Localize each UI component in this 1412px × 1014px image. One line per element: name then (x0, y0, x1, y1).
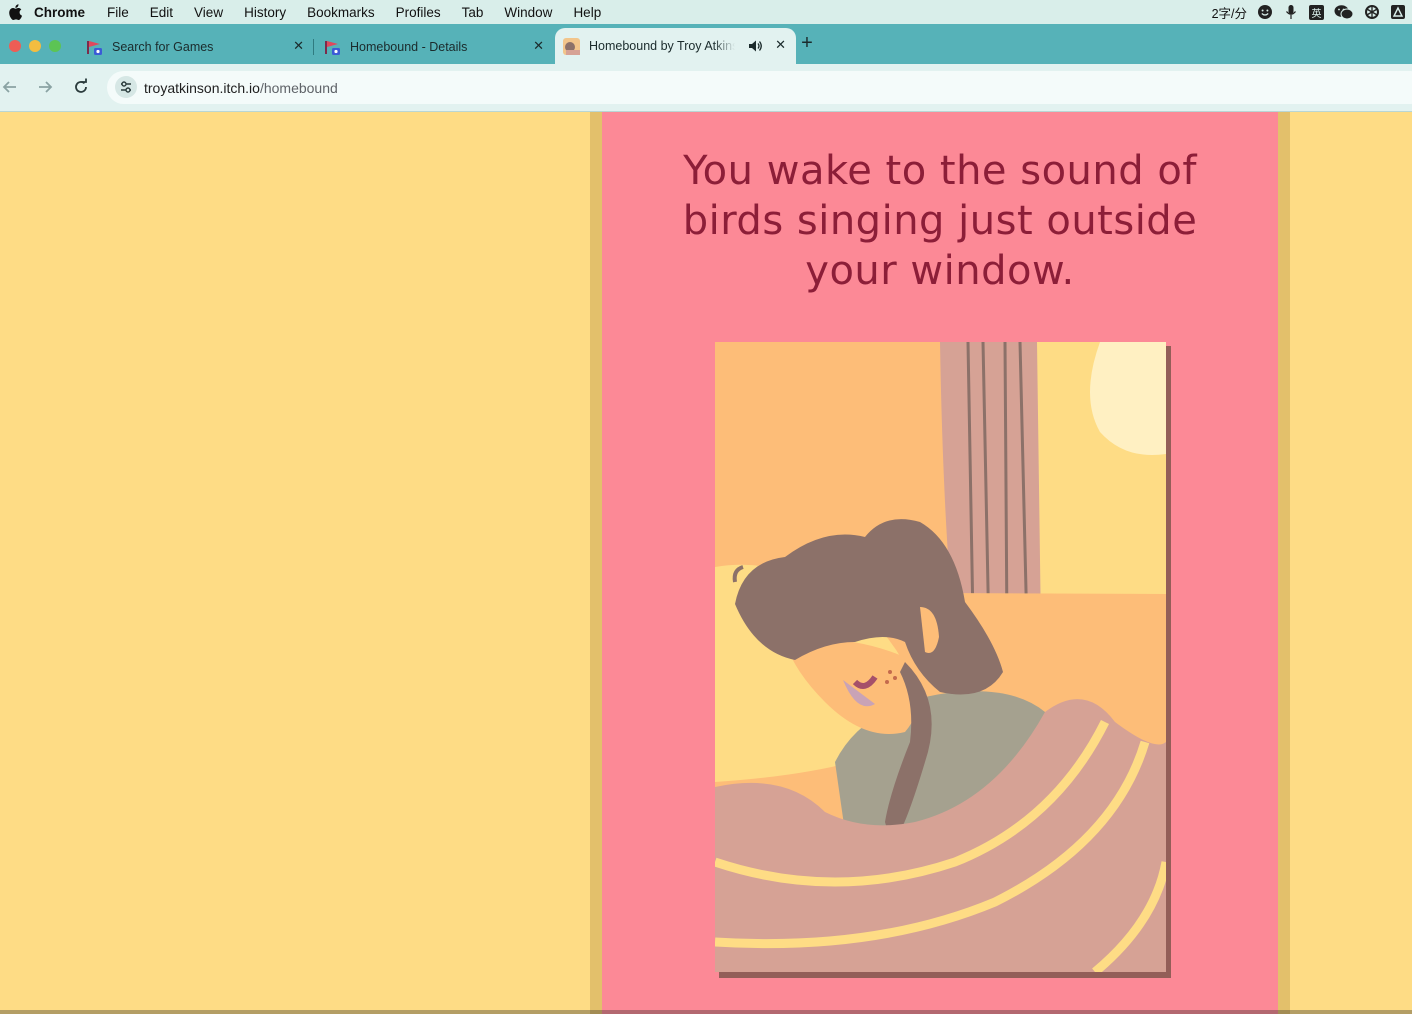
url-domain: troyatkinson.itch.io (144, 80, 260, 96)
dock-shadow (0, 1010, 1412, 1014)
menu-edit[interactable]: Edit (150, 5, 173, 20)
menu-help[interactable]: Help (573, 5, 601, 20)
tab-homebound-details[interactable]: Homebound - Details ✕ (318, 30, 554, 64)
tab-homebound-active[interactable]: Homebound by Troy Atkinson ✕ (555, 28, 796, 64)
emoji-icon[interactable] (1257, 4, 1273, 20)
itch-favicon-icon (325, 40, 340, 55)
tab-title: Homebound by Troy Atkinson (589, 39, 735, 53)
close-window-button[interactable] (9, 40, 21, 52)
window-controls (9, 40, 61, 52)
minimize-window-button[interactable] (29, 40, 41, 52)
menu-app-chrome[interactable]: Chrome (34, 5, 85, 20)
zoom-window-button[interactable] (49, 40, 61, 52)
tab-title: Search for Games (112, 40, 214, 54)
story-line: your window. (805, 248, 1075, 294)
drive-icon[interactable] (1390, 4, 1406, 20)
story-line: birds singing just outside (682, 198, 1198, 244)
menu-tab[interactable]: Tab (462, 5, 484, 20)
menu-file[interactable]: File (107, 5, 129, 20)
reload-icon[interactable] (71, 77, 91, 97)
menu-window[interactable]: Window (504, 5, 552, 20)
url-path: /homebound (259, 80, 338, 96)
story-illustration (715, 342, 1166, 972)
close-tab-icon[interactable]: ✕ (775, 37, 786, 53)
story-text: You wake to the sound of birds singing j… (602, 146, 1278, 296)
itch-favicon-icon (87, 40, 102, 55)
menu-history[interactable]: History (244, 5, 286, 20)
menu-bookmarks[interactable]: Bookmarks (307, 5, 375, 20)
browser-tab-strip: Search for Games ✕ Homebound - Details ✕… (0, 24, 1412, 64)
homebound-favicon-icon (563, 37, 580, 55)
browser-toolbar: troyatkinson.itch.io/homebound (0, 64, 1412, 112)
menu-view[interactable]: View (194, 5, 223, 20)
close-tab-icon[interactable]: ✕ (293, 38, 304, 54)
back-arrow-icon[interactable] (0, 77, 20, 97)
typing-speed-status[interactable]: 2字/分 (1212, 3, 1247, 22)
input-method-icon[interactable]: 英 (1309, 4, 1324, 20)
tab-title: Homebound - Details (350, 40, 468, 54)
story-line: You wake to the sound of (683, 148, 1197, 194)
address-bar[interactable]: troyatkinson.itch.io/homebound (107, 71, 1412, 104)
wechat-icon[interactable] (1334, 4, 1354, 20)
audio-playing-icon[interactable] (748, 39, 762, 53)
tab-search-for-games[interactable]: Search for Games ✕ (80, 30, 314, 64)
forward-arrow-icon[interactable] (35, 77, 55, 97)
story-column: You wake to the sound of birds singing j… (602, 112, 1278, 1014)
menu-bar-status-area: 2字/分 英 (1212, 0, 1406, 24)
new-tab-button[interactable]: + (797, 32, 817, 55)
url-text[interactable]: troyatkinson.itch.io/homebound (144, 80, 338, 96)
macos-menu-bar: Chrome File Edit View History Bookmarks … (0, 0, 1412, 24)
microphone-icon[interactable] (1283, 4, 1299, 20)
menu-profiles[interactable]: Profiles (396, 5, 441, 20)
page-content: You wake to the sound of birds singing j… (0, 112, 1412, 1014)
site-info-icon[interactable] (115, 76, 137, 98)
openai-icon[interactable] (1364, 4, 1380, 20)
close-tab-icon[interactable]: ✕ (533, 38, 544, 54)
apple-icon[interactable] (8, 4, 22, 20)
tab-separator (313, 39, 314, 55)
